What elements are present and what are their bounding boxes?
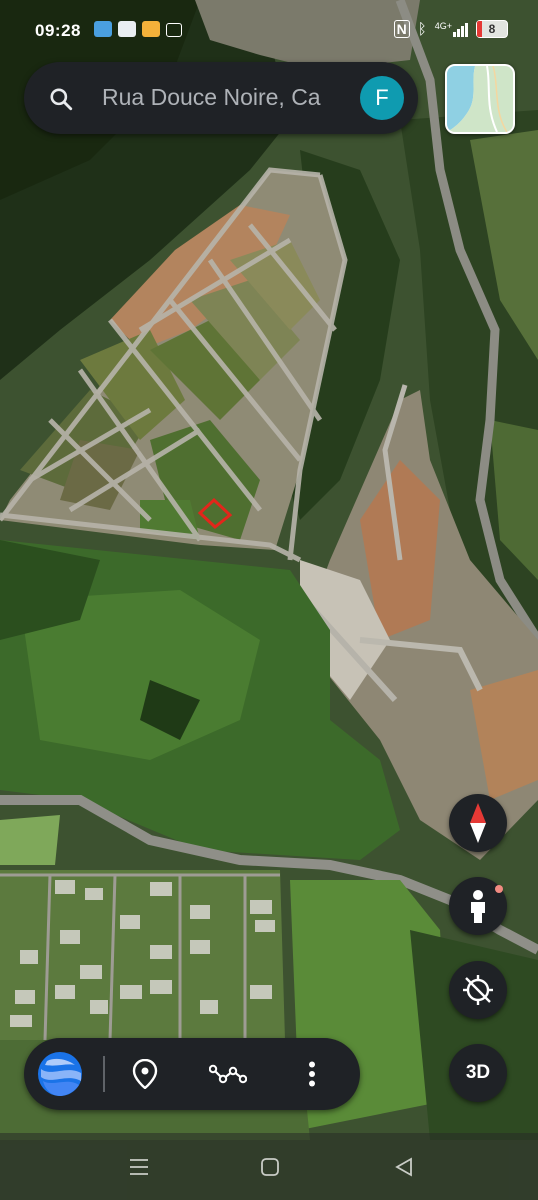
street-view-person-icon [471, 890, 485, 923]
measure-distance-icon [209, 1064, 247, 1084]
layers-button[interactable] [445, 64, 515, 134]
search-bar[interactable]: Rua Douce Noire, Ca F [24, 62, 418, 134]
status-bar: 09:28 N ᛒ 4G+ 8 [0, 0, 538, 60]
toolbar-divider [103, 1056, 105, 1092]
bottom-toolbar [24, 1038, 360, 1110]
more-options-button[interactable] [288, 1050, 336, 1098]
network-type: 4G+ [434, 21, 452, 31]
3d-toggle-button[interactable]: 3D [449, 1044, 507, 1102]
search-input[interactable]: Rua Douce Noire, Ca [102, 84, 340, 114]
street-view-notification-dot [495, 885, 503, 893]
more-options-icon [309, 1061, 315, 1087]
system-nav-bar [0, 1133, 538, 1200]
add-place-icon [132, 1059, 158, 1089]
satellite-map[interactable] [0, 0, 538, 1200]
weather-icon [94, 21, 112, 37]
signal-icon: 4G+ [435, 21, 468, 37]
compass-icon [470, 803, 486, 843]
compass-button[interactable] [449, 794, 507, 852]
recents-icon[interactable] [127, 1155, 151, 1179]
google-earth-logo[interactable] [36, 1050, 84, 1098]
back-icon[interactable] [392, 1155, 416, 1179]
calendar-icon [166, 23, 182, 37]
add-place-button[interactable] [121, 1050, 169, 1098]
nfc-icon: N [393, 20, 410, 38]
my-location-off-icon [463, 975, 493, 1005]
my-location-button[interactable] [449, 961, 507, 1019]
home-icon[interactable] [258, 1155, 282, 1179]
search-icon[interactable] [48, 86, 74, 112]
battery-icon: 8 [476, 20, 508, 38]
street-view-button[interactable] [449, 877, 507, 935]
battery-level: 8 [488, 22, 496, 36]
measure-distance-button[interactable] [204, 1050, 252, 1098]
bluetooth-icon: ᛒ [417, 20, 427, 38]
app-icon [142, 21, 160, 37]
notification-icon [118, 21, 136, 37]
account-avatar[interactable]: F [360, 76, 404, 120]
status-time: 09:28 [35, 21, 81, 40]
layers-icon [447, 66, 513, 132]
